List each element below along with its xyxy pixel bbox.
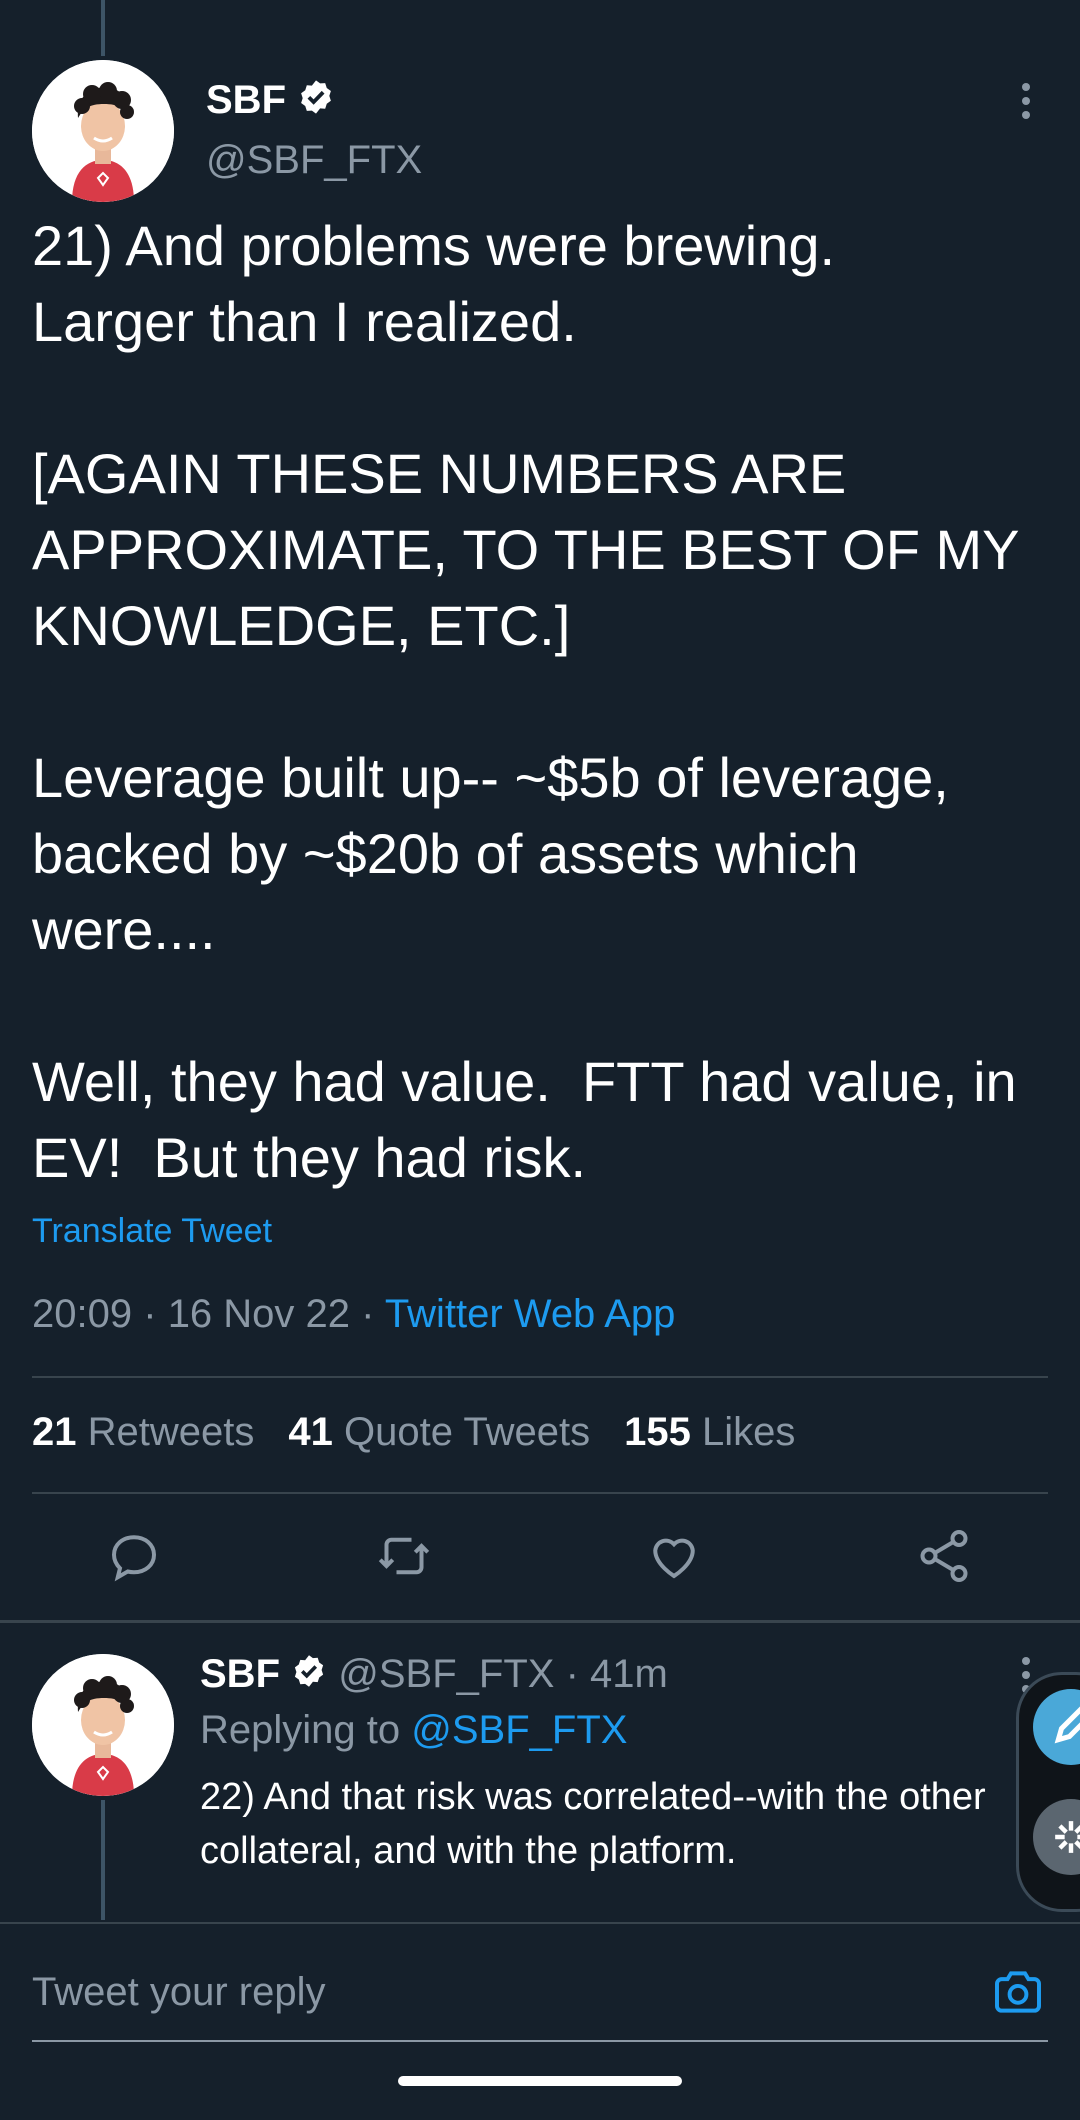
- reply-icon[interactable]: [104, 1526, 164, 1586]
- reply-input[interactable]: Tweet your reply: [32, 1970, 325, 2015]
- quote-tweets-stat[interactable]: 41 Quote Tweets: [288, 1410, 590, 1455]
- quote-tweets-label: Quote Tweets: [344, 1410, 591, 1454]
- engagement-stats: 21 Retweets 41 Quote Tweets 155 Likes: [32, 1410, 795, 1455]
- section-divider: [0, 1922, 1080, 1924]
- author-name-text: SBF: [206, 78, 286, 122]
- reply-author-handle[interactable]: @SBF_FTX: [338, 1652, 554, 1696]
- reply-age: 41m: [590, 1652, 668, 1696]
- replying-to-line: Replying to @SBF_FTX: [200, 1708, 627, 1753]
- reply-author-name[interactable]: SBF: [200, 1652, 280, 1696]
- likes-label: Likes: [701, 1410, 796, 1454]
- tweet-source-link[interactable]: Twitter Web App: [385, 1292, 676, 1336]
- thread-line-reply: [101, 1800, 105, 1920]
- author-handle[interactable]: @SBF_FTX: [206, 138, 422, 183]
- reply-separator: ·: [565, 1652, 579, 1696]
- divider: [32, 1376, 1048, 1378]
- retweets-stat[interactable]: 21 Retweets: [32, 1410, 254, 1455]
- likes-count: 155: [624, 1410, 691, 1454]
- tweet-metadata: 20:09 · 16 Nov 22 · Twitter Web App: [32, 1292, 675, 1337]
- translate-tweet-link[interactable]: Translate Tweet: [32, 1212, 272, 1251]
- author-avatar[interactable]: [32, 60, 174, 202]
- author-name[interactable]: SBF: [206, 78, 335, 126]
- tweet-text: 21) And problems were brewing. Larger th…: [32, 214, 1019, 1189]
- composer-underline: [32, 2040, 1048, 2042]
- meta-separator: ·: [143, 1292, 157, 1336]
- section-divider: [0, 1620, 1080, 1623]
- thread-line-top: [101, 0, 105, 56]
- floating-action-panel: [1016, 1672, 1080, 1912]
- quote-tweets-count: 41: [288, 1410, 333, 1454]
- sparkle-icon[interactable]: [1033, 1799, 1080, 1875]
- like-icon[interactable]: [644, 1526, 704, 1586]
- divider: [32, 1492, 1048, 1494]
- tweet-date: 16 Nov 22: [167, 1292, 351, 1336]
- reply-tweet-text: 22) And that risk was correlated--with t…: [200, 1776, 986, 1872]
- likes-stat[interactable]: 155 Likes: [624, 1410, 795, 1455]
- replying-to-mention[interactable]: @SBF_FTX: [411, 1708, 627, 1752]
- more-options-icon[interactable]: [1006, 76, 1046, 126]
- replying-to-label: Replying to: [200, 1708, 401, 1752]
- verified-badge-icon: [291, 1653, 327, 1699]
- meta-separator: ·: [361, 1292, 375, 1336]
- reply-header: SBF @SBF_FTX · 41m: [200, 1652, 668, 1699]
- retweet-icon[interactable]: [374, 1526, 434, 1586]
- reply-author-avatar[interactable]: [32, 1654, 174, 1796]
- retweets-count: 21: [32, 1410, 77, 1454]
- home-indicator[interactable]: [398, 2076, 682, 2086]
- share-icon[interactable]: [914, 1526, 974, 1586]
- compose-tweet-button[interactable]: [1033, 1689, 1080, 1765]
- tweet-time: 20:09: [32, 1292, 133, 1336]
- retweets-label: Retweets: [87, 1410, 255, 1454]
- verified-badge-icon: [297, 78, 335, 126]
- camera-icon[interactable]: [990, 1964, 1046, 2020]
